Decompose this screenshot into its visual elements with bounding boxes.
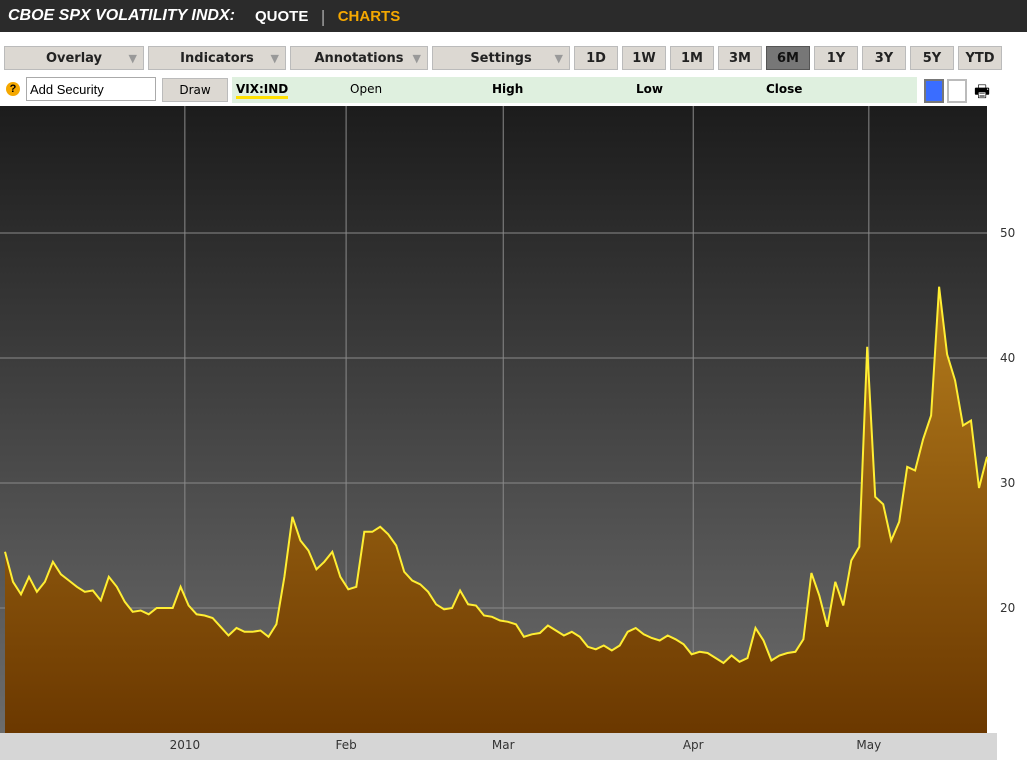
close-label: Close — [766, 82, 803, 96]
indicators-menu[interactable]: Indicators ▼ — [148, 46, 286, 70]
y-tick-label: 40 — [1000, 351, 1015, 365]
indicators-label: Indicators — [180, 50, 254, 66]
symbol-label: VIX:IND — [236, 82, 289, 99]
range-3y-button[interactable]: 3Y — [862, 46, 906, 70]
range-1m-button[interactable]: 1M — [670, 46, 714, 70]
light-theme-swatch[interactable] — [947, 79, 967, 103]
range-6m-button[interactable]: 6M — [766, 46, 810, 70]
toolbar: Overlay ▼ Indicators ▼ Annotations ▼ Settin… — [4, 46, 1002, 70]
chevron-down-icon: ▼ — [554, 51, 563, 65]
range-1y-button[interactable]: 1Y — [814, 46, 858, 70]
y-tick-label: 30 — [1000, 476, 1015, 490]
settings-menu[interactable]: Settings ▼ — [432, 46, 570, 70]
x-tick-label: Feb — [335, 738, 356, 752]
range-1d-button[interactable]: 1D — [574, 46, 618, 70]
chevron-down-icon: ▼ — [270, 51, 279, 65]
chevron-down-icon: ▼ — [412, 51, 421, 65]
overlay-menu[interactable]: Overlay ▼ — [4, 46, 144, 70]
quote-link[interactable]: QUOTE — [255, 8, 308, 25]
page-title: CBOE SPX VOLATILITY INDX: — [8, 7, 235, 24]
separator: | — [320, 6, 326, 26]
chevron-down-icon: ▼ — [128, 51, 137, 65]
overlay-label: Overlay — [45, 50, 103, 66]
annotations-label: Annotations — [314, 50, 404, 66]
header-bar: CBOE SPX VOLATILITY INDX: QUOTE | CHARTS — [0, 0, 1027, 32]
high-label: High — [492, 82, 524, 96]
range-1w-button[interactable]: 1W — [622, 46, 666, 70]
range-ytd-button[interactable]: YTD — [958, 46, 1002, 70]
draw-button[interactable]: Draw — [162, 78, 228, 102]
add-security-input[interactable] — [26, 77, 156, 101]
x-tick-label: Mar — [492, 738, 515, 752]
range-3m-button[interactable]: 3M — [718, 46, 762, 70]
range-5y-button[interactable]: 5Y — [910, 46, 954, 70]
x-tick-label: 2010 — [170, 738, 201, 752]
price-chart: 20 30 40 50 2010 Feb Mar Apr May — [0, 106, 1015, 760]
x-tick-label: Apr — [683, 738, 704, 752]
y-tick-label: 50 — [1000, 226, 1015, 240]
security-row: ? Draw VIX:IND Open High Low Close 🖶 — [4, 77, 1004, 103]
dark-theme-swatch[interactable] — [924, 79, 944, 103]
help-icon[interactable]: ? — [6, 82, 20, 96]
open-label: Open — [350, 82, 383, 96]
print-icon[interactable]: 🖶 — [974, 79, 990, 108]
settings-label: Settings — [470, 50, 532, 66]
low-label: Low — [636, 82, 663, 96]
annotations-menu[interactable]: Annotations ▼ — [290, 46, 428, 70]
charts-link[interactable]: CHARTS — [338, 8, 401, 25]
legend-bar: VIX:IND Open High Low Close — [232, 77, 917, 103]
x-tick-label: May — [856, 738, 881, 752]
y-tick-label: 20 — [1000, 601, 1015, 615]
